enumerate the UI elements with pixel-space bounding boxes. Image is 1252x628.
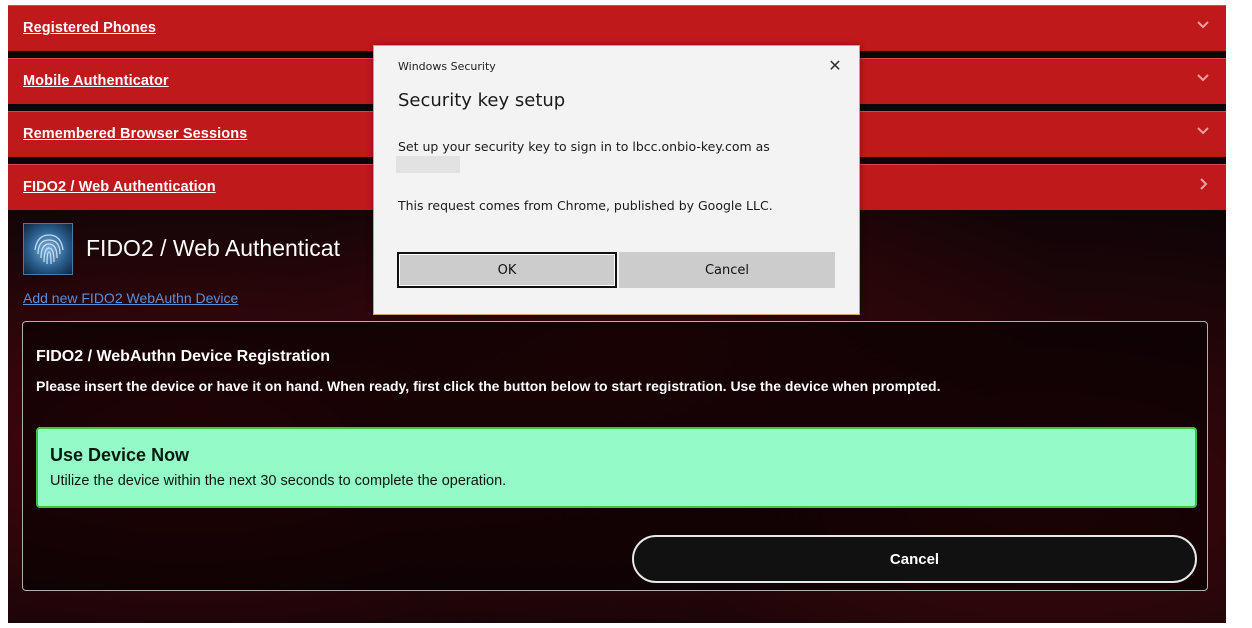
section-title: FIDO2 / Web Authenticat: [86, 235, 340, 261]
security-key-dialog: Windows Security ✕ Security key setup Se…: [373, 45, 860, 315]
dialog-heading: Security key setup: [398, 90, 566, 111]
use-device-alert: Use Device Now Utilize the device within…: [36, 427, 1197, 508]
chevron-down-icon[interactable]: [1194, 71, 1212, 89]
chevron-down-icon[interactable]: [1194, 18, 1212, 36]
accordion-label[interactable]: FIDO2 / Web Authentication: [23, 179, 216, 195]
registration-description: Please insert the device or have it on h…: [36, 378, 941, 394]
dialog-caption: Windows Security: [398, 60, 496, 73]
chevron-right-icon[interactable]: [1194, 177, 1212, 195]
registration-panel: FIDO2 / WebAuthn Device Registration Ple…: [22, 321, 1208, 591]
registration-title: FIDO2 / WebAuthn Device Registration: [36, 348, 330, 365]
accordion-label[interactable]: Registered Phones: [23, 20, 156, 36]
accordion-label[interactable]: Remembered Browser Sessions: [23, 126, 247, 142]
redacted-account: [396, 156, 460, 173]
ok-button[interactable]: OK: [397, 252, 617, 288]
alert-title: Use Device Now: [50, 445, 190, 465]
add-fido2-device-link[interactable]: Add new FIDO2 WebAuthn Device: [23, 290, 238, 306]
dialog-cancel-button[interactable]: Cancel: [619, 252, 835, 288]
chevron-down-icon[interactable]: [1194, 124, 1212, 142]
accordion-label[interactable]: Mobile Authenticator: [23, 73, 169, 89]
close-icon[interactable]: ✕: [825, 56, 845, 76]
fingerprint-icon: [23, 223, 73, 275]
cancel-registration-button[interactable]: Cancel: [632, 535, 1197, 583]
dialog-message: Set up your security key to sign in to l…: [398, 139, 770, 154]
dialog-origin: This request comes from Chrome, publishe…: [398, 198, 773, 213]
alert-text: Utilize the device within the next 30 se…: [50, 473, 507, 489]
